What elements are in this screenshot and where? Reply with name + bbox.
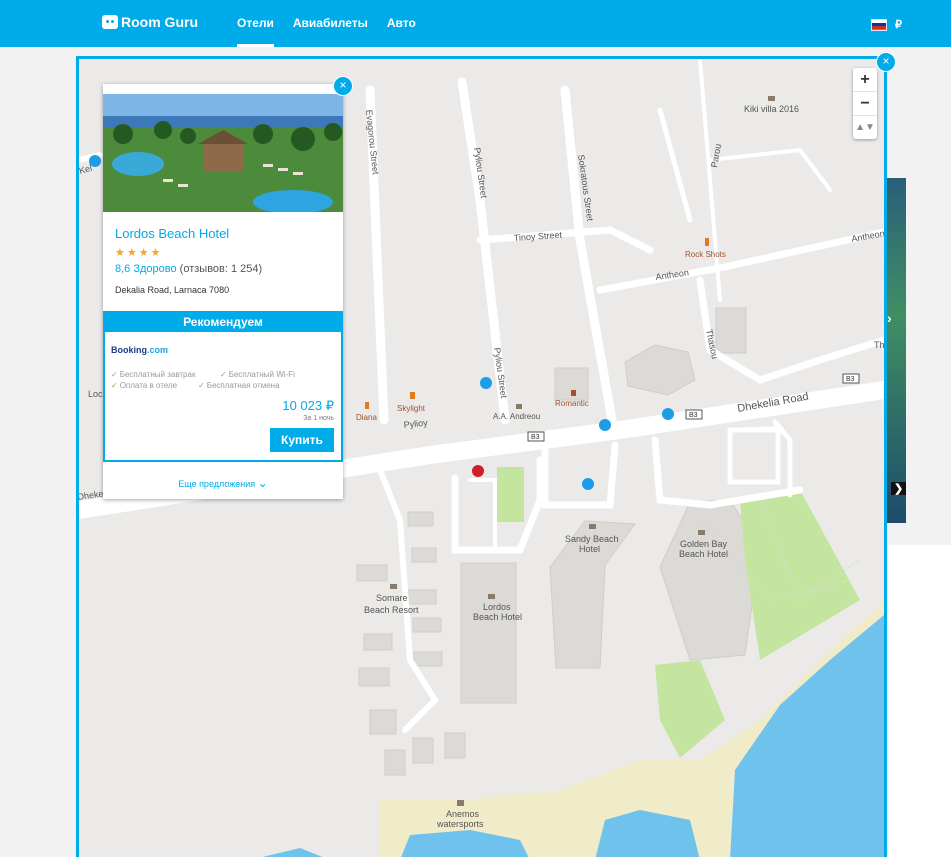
russian-flag-icon [871, 18, 887, 31]
map-label-diana: Diana [356, 413, 377, 422]
hotel-marker[interactable] [480, 377, 492, 389]
zoom-out-button[interactable]: − [853, 92, 877, 116]
map-label-andreou: A.A. Andreou [493, 412, 540, 421]
card-close-icon[interactable]: × [333, 76, 353, 96]
currency-label: ₽ [895, 19, 902, 31]
main-nav: Отели Авиабилеты Авто [237, 0, 435, 47]
hotel-name-link[interactable]: Lordos Beach Hotel [115, 226, 229, 241]
map-label-skylight: Skylight [397, 404, 426, 413]
compass-reset-icon[interactable]: ▲▼ [853, 116, 877, 139]
map-label-golden-1: Golden Bay [680, 539, 728, 549]
hotel-address: Dekalia Road, Larnaca 7080 [115, 285, 230, 295]
star-rating-icon: ★★★★ [115, 247, 163, 259]
feature-wifi: ✓ Бесплатный Wi-Fi [220, 370, 295, 379]
nav-hotels[interactable]: Отели [237, 0, 274, 47]
map-label-golden-2: Beach Hotel [679, 549, 728, 559]
booking-logo: Booking.com [111, 345, 168, 355]
per-night-label: За 1 ночь [303, 415, 334, 422]
hotel-marker[interactable] [662, 408, 674, 420]
map-label-anemos-2: watersports [436, 819, 484, 829]
map-label-sandy-2: Hotel [579, 544, 600, 554]
map-label-loc: Loc [88, 389, 103, 399]
feature-breakfast: ✓ Бесплатный завтрак [111, 370, 195, 379]
nav-flights[interactable]: Авиабилеты [293, 0, 368, 47]
map-label-somare-2: Beach Resort [364, 605, 419, 615]
recommended-offer: Рекомендуем Booking.com ✓ Бесплатный завт… [103, 311, 343, 462]
hotel-marker[interactable] [599, 419, 611, 431]
feature-label: Бесплатный Wi-Fi [228, 370, 295, 379]
check-icon: ✓ [198, 381, 205, 390]
logo-text: Room Guru [121, 14, 198, 30]
map-label-romantic: Romantic [555, 399, 589, 408]
map-label-anemos-1: Anemos [446, 809, 480, 819]
feature-label: Оплата в отеле [119, 381, 178, 390]
top-bar: Room Guru Отели Авиабилеты Авто ₽ [0, 0, 951, 47]
feature-pay-at-hotel: ✓ Оплата в отеле [111, 381, 177, 390]
background-gallery-strip [886, 178, 906, 523]
roomguru-logo[interactable]: Room Guru [102, 14, 198, 30]
check-icon: ✓ [111, 381, 118, 390]
price-value: 10 023 ₽ [282, 398, 334, 413]
check-icon: ✓ [220, 370, 227, 379]
road-shield-b3-2: B3 [689, 412, 698, 419]
rating-score[interactable]: 8,6 Здорово [115, 263, 177, 275]
map-label-sandy-1: Sandy Beach [565, 534, 619, 544]
map-label-kiki: Kiki villa 2016 [744, 104, 799, 114]
background-panel [888, 545, 951, 857]
hotel-photo[interactable] [103, 94, 343, 212]
feature-free-cancel: ✓ Бесплатная отмена [198, 381, 280, 390]
gallery-next-icon[interactable]: › [887, 310, 892, 326]
road-shield-b3-3: B3 [531, 434, 540, 441]
check-icon: ✓ [111, 370, 118, 379]
feature-label: Бесплатная отмена [206, 381, 280, 390]
buy-button[interactable]: Купить [270, 428, 334, 452]
map-label-lordos-1: Lordos [483, 602, 511, 612]
booking-logo-suffix: .com [147, 345, 169, 355]
logo-icon [102, 15, 118, 29]
more-offers-label: Еще предложения [178, 479, 256, 489]
hotel-popup-card: Lordos Beach Hotel ★★★★ 8,6 Здорово (отз… [103, 84, 343, 499]
zoom-controls: + − ▲▼ [853, 68, 877, 139]
chevron-down-icon: ⌄ [257, 476, 268, 490]
nav-cars[interactable]: Авто [387, 0, 416, 47]
feature-label: Бесплатный завтрак [119, 370, 196, 379]
hotel-marker[interactable] [582, 478, 594, 490]
selected-hotel-marker[interactable] [472, 465, 484, 477]
road-shield-b3-1: B3 [846, 376, 855, 383]
map-label-rockshots: Rock Shots [685, 250, 726, 259]
review-count: (отзывов: 1 254) [179, 263, 263, 275]
zoom-in-button[interactable]: + [853, 68, 877, 92]
recommend-header: Рекомендуем [105, 313, 341, 332]
hotel-marker[interactable] [89, 155, 101, 167]
language-currency-selector[interactable]: ₽ [871, 18, 902, 31]
map-label-lordos-2: Beach Hotel [473, 612, 522, 622]
map-close-icon[interactable]: × [876, 52, 896, 72]
review-rating: 8,6 Здорово (отзывов: 1 254) [115, 263, 262, 275]
map-label-somare-1: Somare [376, 593, 408, 603]
map-label-th: Th [874, 340, 884, 350]
thumbnail-next-icon[interactable]: ❯ [891, 482, 907, 495]
more-offers-link[interactable]: Еще предложения ⌄ [103, 476, 343, 490]
booking-logo-text: Booking [111, 345, 147, 355]
